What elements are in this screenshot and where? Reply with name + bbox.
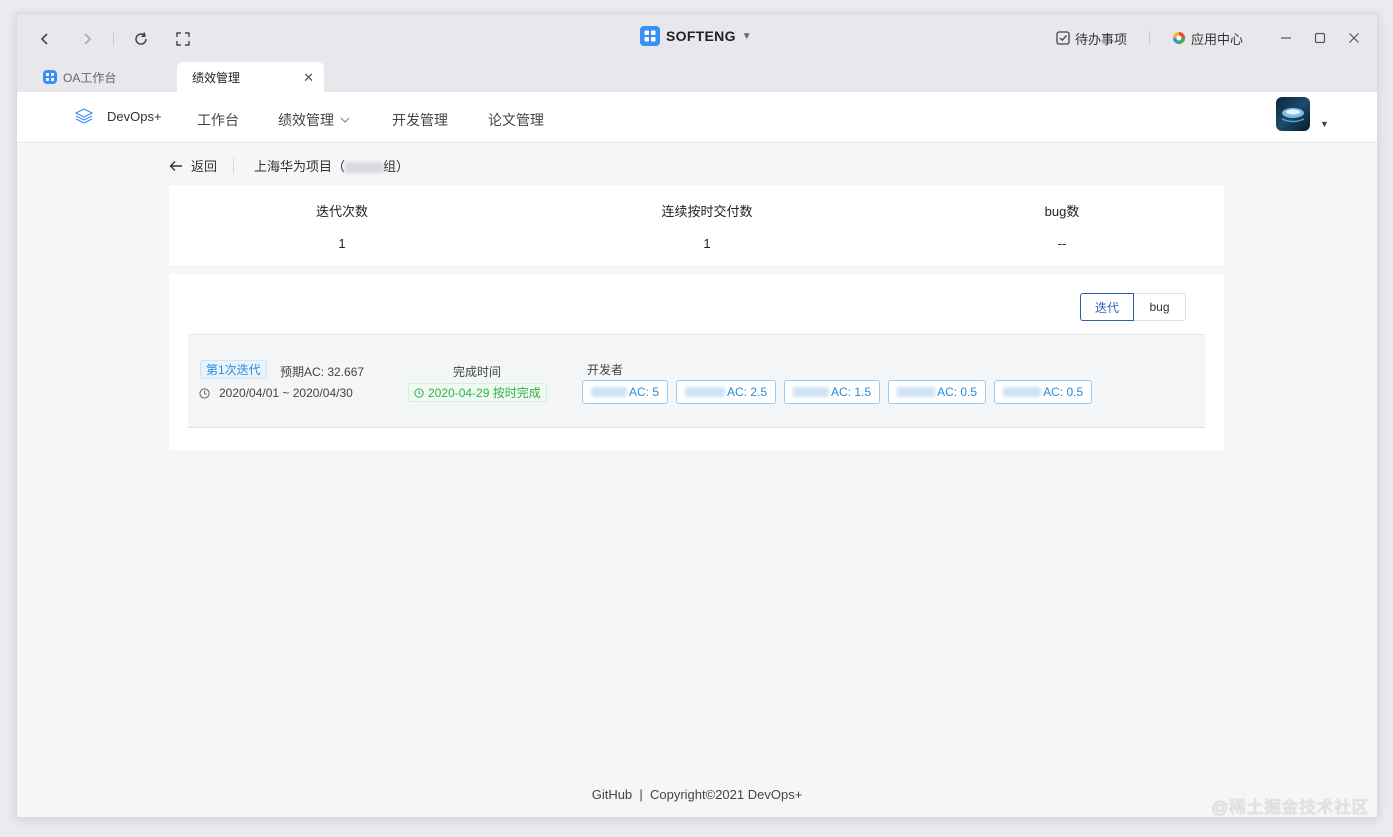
developer-tag[interactable]: AC: 0.5	[888, 380, 987, 404]
developer-ac: AC: 0.5	[937, 385, 978, 399]
stat-bugs: bug数 --	[962, 201, 1162, 251]
caret-down-icon: ▼	[741, 30, 752, 42]
tab-oa-workbench[interactable]: OA工作台	[43, 62, 116, 92]
brand-logo[interactable]: DevOps+	[75, 108, 162, 124]
layers-icon	[75, 108, 93, 124]
title-bar: SOFTENG ▼ 待办事项 应用中心 OA工作台 绩效管理 ✕	[17, 14, 1377, 92]
toolbar-divider	[113, 32, 114, 46]
arrow-left-icon	[169, 160, 182, 171]
view-toggle: 迭代 bug	[1079, 293, 1186, 321]
close-window-icon[interactable]	[1337, 32, 1371, 44]
app-name: SOFTENG	[666, 28, 736, 44]
developer-tag[interactable]: AC: 2.5	[676, 380, 777, 404]
project-name-suffix: 组）	[383, 159, 410, 174]
tab-label: 绩效管理	[192, 70, 241, 85]
close-tab-icon[interactable]: ✕	[303, 70, 314, 86]
finish-time-label: 完成时间	[453, 365, 502, 379]
nav-item-thesis[interactable]: 论文管理	[488, 110, 544, 130]
stat-label: 连续按时交付数	[661, 204, 753, 219]
avatar[interactable]	[1276, 97, 1310, 131]
watermark: @稀土掘金技术社区	[1211, 798, 1369, 817]
toggle-bug-button[interactable]: bug	[1134, 293, 1186, 321]
app-grid-icon	[640, 26, 660, 46]
minimize-icon[interactable]	[1269, 32, 1303, 44]
back-button[interactable]: 返回	[169, 156, 217, 175]
project-name-prefix: 上海华为项目（	[254, 159, 346, 174]
developer-tag[interactable]: AC: 0.5	[994, 380, 1093, 404]
expected-ac: 预期AC: 32.667	[280, 365, 365, 379]
window-tools: 待办事项 应用中心	[1056, 26, 1377, 50]
oa-app-icon	[43, 70, 57, 84]
developer-ac: AC: 2.5	[727, 385, 768, 399]
top-nav: DevOps+ 工作台 绩效管理 开发管理 论文管理 ▼	[17, 92, 1377, 143]
iteration-panel: 迭代 bug 第1次迭代 预期AC: 32.667 2020/04/01 ~ 2…	[169, 274, 1224, 450]
toggle-iteration-button[interactable]: 迭代	[1079, 293, 1134, 321]
stat-value: 1	[338, 236, 346, 251]
fullscreen-icon[interactable]	[172, 28, 194, 50]
stats-card: 迭代次数 1 连续按时交付数 1 bug数 --	[169, 185, 1224, 265]
footer: GitHub | Copyright©2021 DevOps+	[17, 787, 1377, 802]
nav-item-development[interactable]: 开发管理	[392, 110, 448, 130]
developer-ac: AC: 1.5	[831, 385, 872, 399]
app-window: SOFTENG ▼ 待办事项 应用中心 OA工作台 绩效管理 ✕ DevOps+…	[16, 13, 1378, 818]
forward-arrow-icon[interactable]	[76, 28, 98, 50]
nav-item-performance[interactable]: 绩效管理	[278, 110, 350, 130]
app-switcher[interactable]: SOFTENG ▼	[640, 26, 752, 46]
date-range: 2020/04/01 ~ 2020/04/30	[199, 386, 353, 400]
clock-icon	[199, 387, 210, 399]
redacted-name	[897, 387, 936, 397]
stat-label: 迭代次数	[315, 204, 368, 219]
app-center-icon	[1172, 32, 1185, 45]
redacted-text	[345, 162, 384, 174]
chevron-down-icon	[340, 117, 350, 123]
brand-name: DevOps+	[107, 108, 162, 124]
app-center-button[interactable]: 应用中心	[1172, 29, 1243, 48]
stat-iterations: 迭代次数 1	[242, 201, 442, 251]
maximize-icon[interactable]	[1303, 32, 1337, 44]
stat-value: 1	[703, 236, 711, 251]
developer-tag[interactable]: AC: 1.5	[784, 380, 881, 404]
user-menu-caret-icon[interactable]: ▼	[1320, 119, 1329, 129]
tab-label: OA工作台	[63, 70, 117, 85]
iteration-tag: 第1次迭代	[200, 360, 267, 379]
back-arrow-icon[interactable]	[34, 28, 56, 50]
developer-tag[interactable]: AC: 5	[582, 380, 669, 404]
date-range-text: 2020/04/01 ~ 2020/04/30	[219, 386, 353, 400]
redacted-name	[591, 387, 627, 397]
app-center-label: 应用中心	[1190, 31, 1243, 47]
redacted-name	[1003, 387, 1042, 397]
checkbox-icon	[1056, 31, 1070, 45]
iteration-row[interactable]: 第1次迭代 预期AC: 32.667 2020/04/01 ~ 2020/04/…	[188, 334, 1205, 428]
clock-icon	[414, 387, 424, 398]
nav-item-workbench[interactable]: 工作台	[197, 110, 239, 130]
stat-label: bug数	[1044, 204, 1080, 219]
developer-ac: AC: 0.5	[1043, 385, 1084, 399]
todo-label: 待办事项	[1074, 31, 1127, 47]
back-label: 返回	[191, 159, 218, 174]
refresh-icon[interactable]	[130, 28, 152, 50]
nav-label: 绩效管理	[278, 112, 334, 128]
redacted-name	[793, 387, 830, 397]
stat-on-time: 连续按时交付数 1	[607, 201, 807, 251]
stat-value: --	[1057, 236, 1067, 251]
nav-label: 论文管理	[488, 112, 544, 128]
nav-label: 工作台	[197, 112, 239, 128]
finish-status-badge: 2020-04-29 按时完成	[408, 383, 547, 402]
developer-list: AC: 5 AC: 2.5 AC: 1.5 AC: 0.5 AC: 0.5	[582, 380, 1093, 404]
tools-divider	[1148, 31, 1150, 45]
redacted-name	[685, 387, 726, 397]
finish-status-text: 2020-04-29 按时完成	[428, 386, 541, 400]
breadcrumb-divider	[233, 157, 235, 174]
developers-label: 开发者	[587, 363, 624, 377]
todo-button[interactable]: 待办事项	[1056, 29, 1127, 48]
developer-ac: AC: 5	[629, 385, 660, 399]
project-title: 上海华为项目（ 组）	[254, 156, 409, 175]
tab-performance-management[interactable]: 绩效管理 ✕	[177, 62, 324, 92]
footer-text: GitHub | Copyright©2021 DevOps+	[591, 787, 803, 802]
breadcrumb: 返回 上海华为项目（ 组）	[169, 156, 409, 175]
nav-label: 开发管理	[392, 112, 448, 128]
